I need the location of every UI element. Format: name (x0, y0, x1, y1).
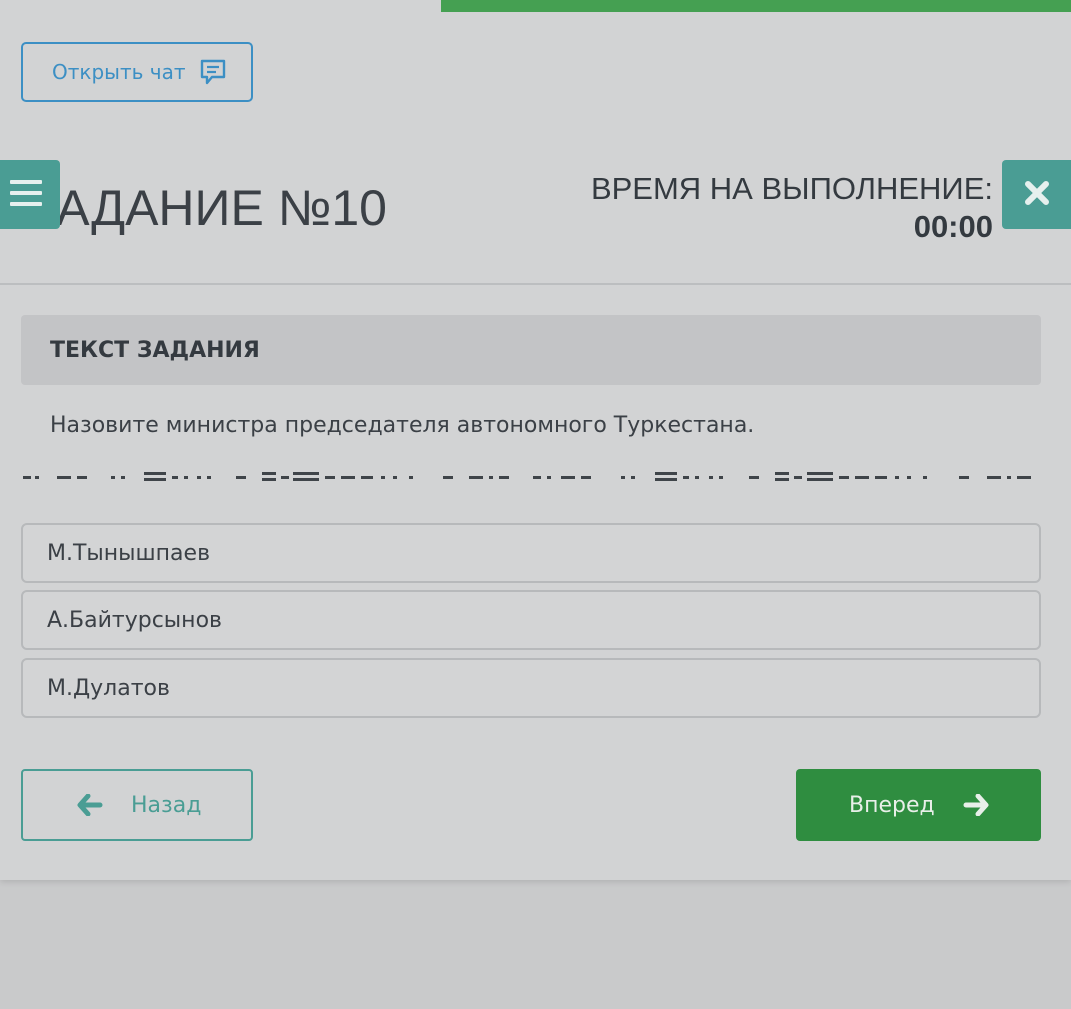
open-chat-button[interactable]: Открыть чат (21, 42, 253, 102)
next-button[interactable]: Вперед (796, 769, 1041, 841)
arrow-left-icon (77, 794, 103, 816)
task-title-container: ЗАДАНИЕ №10 (0, 176, 420, 240)
timer-label: ВРЕМЯ НА ВЫПОЛНЕНИЕ: (590, 171, 993, 206)
back-button[interactable]: Назад (21, 769, 253, 841)
answer-option-label: М.Дулатов (47, 675, 170, 701)
page-title: ЗАДАНИЕ №10 (26, 180, 387, 236)
timer: ВРЕМЯ НА ВЫПОЛНЕНИЕ: 00:00 (591, 170, 993, 246)
timer-value: 00:00 (913, 209, 993, 244)
hamburger-menu-icon (9, 178, 43, 212)
task-text-header: ТЕКСТ ЗАДАНИЯ (21, 315, 1041, 385)
answer-option-label: А.Байтурсынов (47, 607, 222, 633)
close-button[interactable] (1002, 160, 1071, 229)
answer-option[interactable]: М.Дулатов (21, 658, 1041, 718)
progress-bar (441, 0, 1071, 12)
close-icon (1023, 179, 1051, 211)
open-chat-label: Открыть чат (52, 60, 186, 84)
answer-option[interactable]: М.Тынышпаев (21, 523, 1041, 583)
task-text-heading: ТЕКСТ ЗАДАНИЯ (50, 337, 260, 363)
next-button-label: Вперед (849, 792, 935, 818)
menu-button[interactable] (0, 160, 60, 229)
arrow-right-icon (963, 794, 989, 816)
answer-option-label: М.Тынышпаев (47, 540, 211, 566)
chat-icon (199, 58, 227, 86)
answer-option[interactable]: А.Байтурсынов (21, 590, 1041, 650)
question-text: Назовите министра председателя автономно… (50, 413, 755, 438)
task-card: Открыть чат ЗАДАНИЕ №10 ВРЕМЯ НА ВЫПОЛНЕ… (0, 0, 1071, 880)
dashed-separator (23, 472, 1031, 481)
back-button-label: Назад (131, 792, 202, 818)
header-divider (0, 283, 1071, 285)
